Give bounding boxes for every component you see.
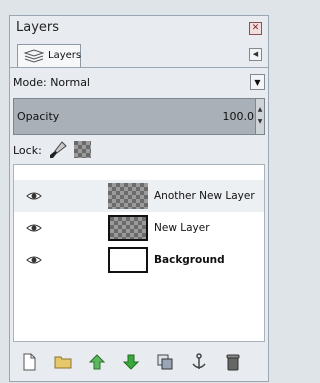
mode-row[interactable]: Mode: Normal ▼ (10, 73, 268, 93)
menu-arrow-icon: ◀ (252, 50, 259, 58)
layer-thumbnail (108, 247, 148, 273)
layer-toolbar (10, 347, 268, 377)
layer-row-another-new-layer[interactable]: Another New Layer (14, 180, 264, 212)
layer-name: Another New Layer (154, 190, 255, 202)
eye-visibility-icon[interactable] (26, 255, 42, 265)
tab-layers-label: Layers (48, 50, 82, 61)
opacity-slider[interactable]: Opacity 100.0 ▲ ▼ (13, 98, 265, 135)
new-layer-icon[interactable] (20, 353, 38, 371)
opacity-label: Opacity (17, 110, 60, 123)
layer-name: Background (154, 254, 225, 266)
lock-pixels-brush-icon[interactable] (49, 141, 67, 159)
mode-label-text: Mode: (13, 76, 47, 89)
mode-dropdown-button[interactable]: ▼ (250, 74, 265, 90)
opacity-value: 100.0 (222, 110, 255, 123)
anchor-layer-icon[interactable] (190, 353, 208, 371)
close-icon: ✕ (251, 23, 260, 33)
layers-dock: Layers ✕ Layers ◀ Mode: Normal ▼ Opacity… (9, 15, 269, 382)
dock-titlebar: Layers ✕ (10, 16, 268, 40)
lock-alpha-icon[interactable] (74, 141, 91, 158)
tab-layers[interactable]: Layers (17, 44, 81, 67)
dock-title: Layers (16, 20, 60, 35)
spin-down-icon[interactable]: ▼ (256, 118, 264, 125)
eye-visibility-icon[interactable] (26, 191, 42, 201)
lock-row: Lock: (10, 140, 268, 162)
layer-row-background[interactable]: Background (14, 244, 264, 276)
layer-name: New Layer (154, 222, 210, 234)
duplicate-layer-icon[interactable] (156, 353, 174, 371)
layer-thumbnail (108, 215, 148, 241)
eye-visibility-icon[interactable] (26, 223, 42, 233)
chevron-down-icon: ▼ (254, 78, 261, 87)
lower-layer-icon[interactable] (122, 353, 140, 371)
lock-label: Lock: (13, 144, 42, 157)
spin-up-icon[interactable]: ▲ (256, 106, 264, 113)
delete-layer-icon[interactable] (224, 353, 242, 371)
layer-list: Another New Layer New Layer Background (13, 164, 265, 342)
mode-value: Normal (50, 76, 90, 89)
raise-layer-icon[interactable] (88, 353, 106, 371)
mode-label: Mode: Normal (13, 76, 90, 89)
opacity-spinner[interactable]: ▲ ▼ (255, 99, 264, 134)
layers-icon (23, 49, 45, 63)
tab-menu-button[interactable]: ◀ (249, 48, 262, 61)
close-dock-button[interactable]: ✕ (249, 22, 262, 35)
layer-row-new-layer[interactable]: New Layer (14, 212, 264, 244)
tab-bar: Layers ◀ (10, 40, 268, 68)
new-layer-group-icon[interactable] (54, 353, 72, 371)
layer-thumbnail (108, 183, 148, 209)
